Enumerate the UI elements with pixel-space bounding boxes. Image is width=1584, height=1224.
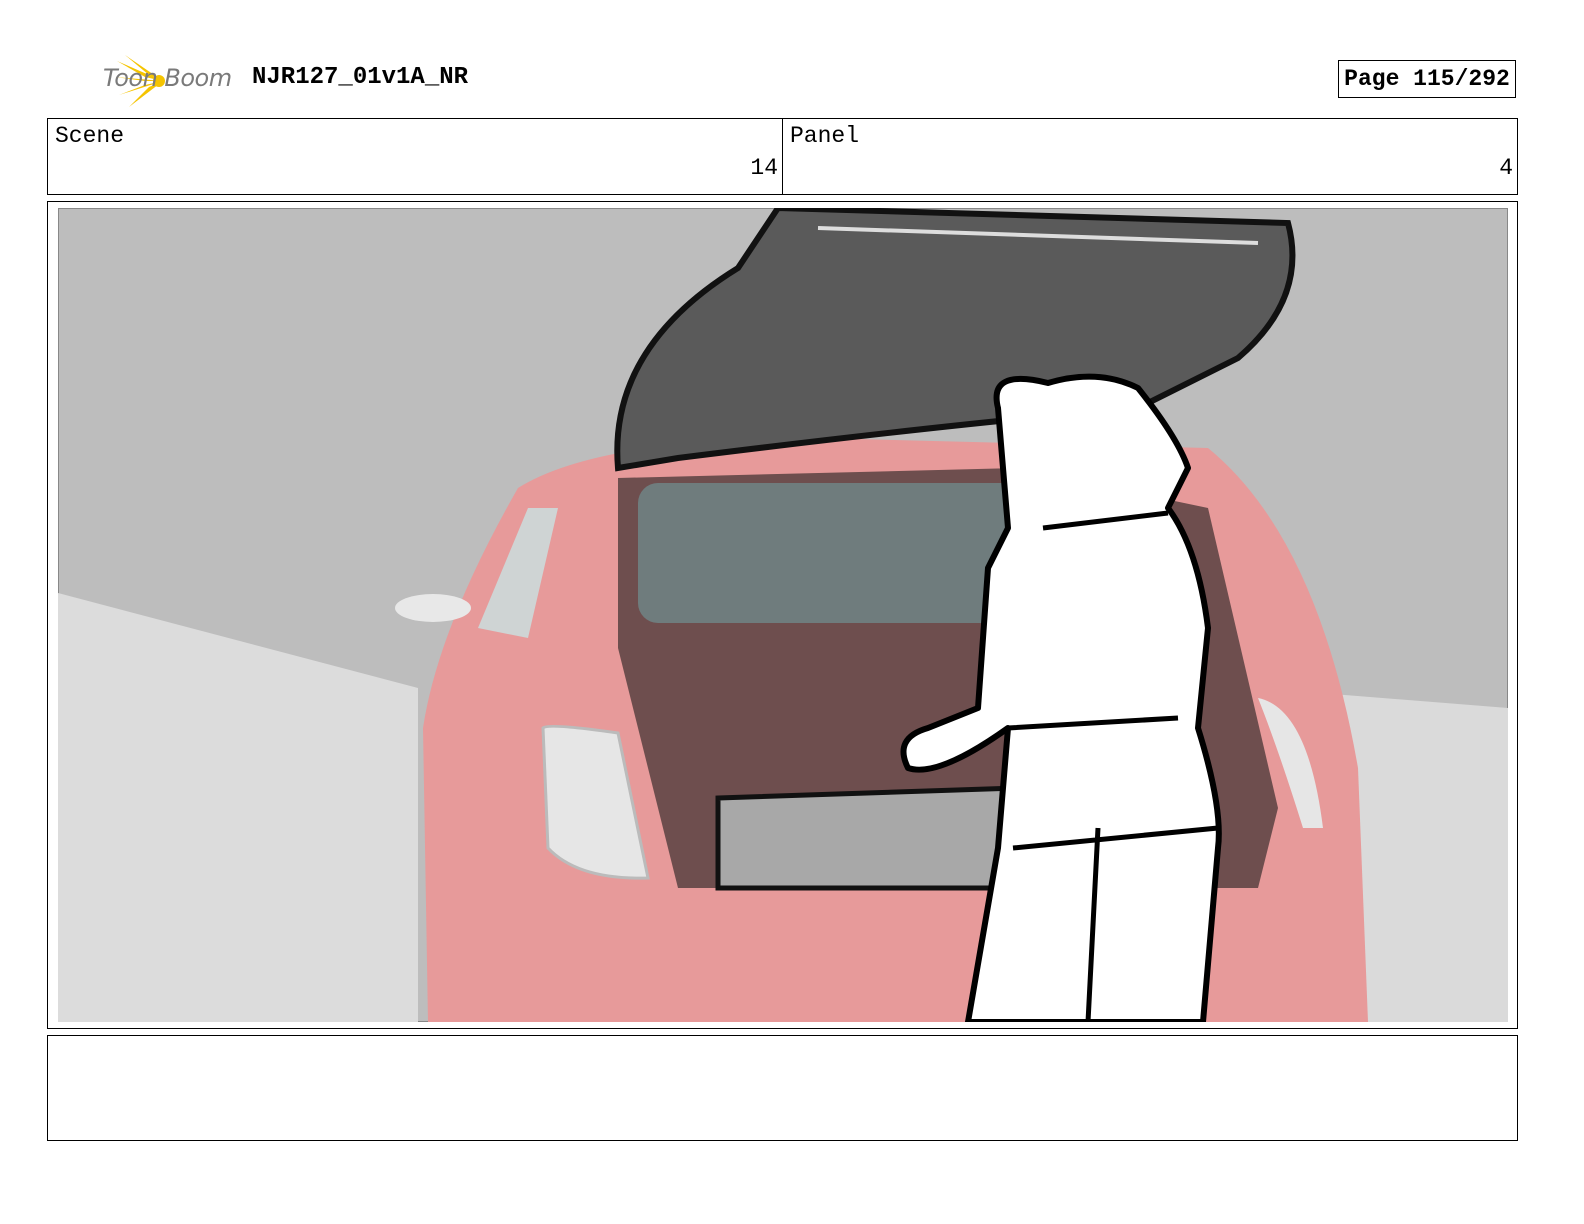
scene-panel-info: Scene 14 Panel 4 (47, 118, 1518, 195)
project-title: NJR127_01v1A_NR (252, 64, 469, 91)
panel-image-frame (47, 201, 1518, 1029)
notes-box (47, 1035, 1518, 1141)
scene-label: Scene (55, 123, 125, 149)
page-number: Page 115/292 (1338, 60, 1516, 98)
scene-value: 14 (750, 155, 778, 181)
panel-label: Panel (790, 123, 860, 149)
logo-text: Toon Boom (103, 64, 232, 92)
scene-cell: Scene 14 (48, 119, 782, 194)
panel-value: 4 (1499, 155, 1513, 181)
panel-cell: Panel 4 (782, 119, 1517, 194)
storyboard-drawing (58, 208, 1508, 1022)
